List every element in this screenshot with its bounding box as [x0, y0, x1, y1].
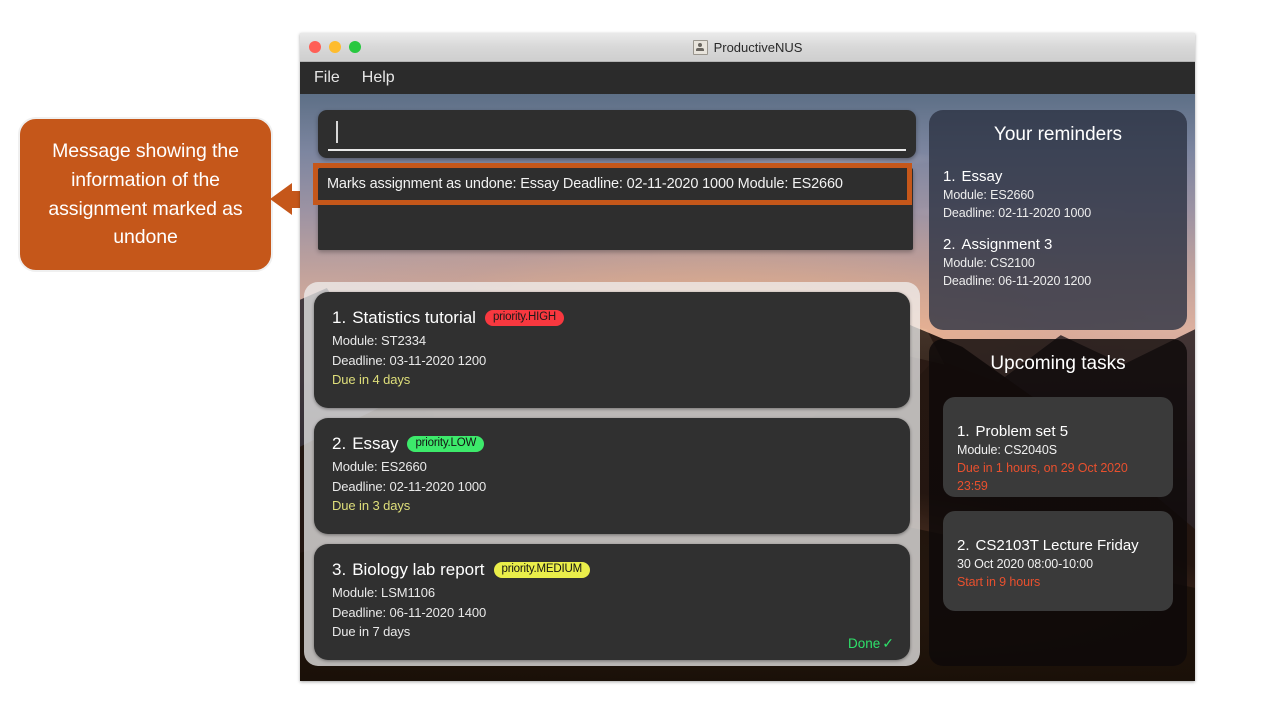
window-title-wrap: ProductiveNUS — [300, 39, 1195, 55]
window-titlebar: ProductiveNUS — [300, 33, 1195, 62]
upcoming-header: 1. Problem set 5 — [957, 423, 1159, 440]
task-due: Due in 4 days — [332, 372, 411, 387]
table-row[interactable]: 3. Biology lab report priority.MEDIUM Mo… — [314, 544, 910, 660]
screenshot-root: Message showing the information of the a… — [0, 0, 1280, 720]
list-item[interactable]: 2. CS2103T Lecture Friday 30 Oct 2020 08:… — [943, 511, 1173, 611]
upcoming-index: 1. — [957, 423, 970, 440]
reminder-index: 1. — [943, 168, 956, 185]
upcoming-detail: Module: CS2040S — [957, 443, 1057, 457]
table-row[interactable]: 1. Statistics tutorial priority.HIGH Mod… — [314, 292, 910, 408]
task-module: Module: ES2660 — [332, 459, 427, 474]
reminders-panel: Your reminders 1. Essay Module: ES2660 De… — [929, 110, 1187, 330]
task-module: Module: LSM1106 — [332, 585, 436, 600]
command-input[interactable] — [318, 110, 916, 158]
window-title: ProductiveNUS — [713, 39, 803, 55]
task-title: Essay — [352, 434, 399, 453]
reminder-header: 1. Essay — [943, 168, 1173, 185]
minimize-button[interactable] — [329, 41, 341, 53]
reminder-deadline: Deadline: 06-11-2020 1200 — [943, 274, 1092, 288]
reminders-title: Your reminders — [993, 124, 1123, 145]
upcoming-alert: Start in 9 hours — [957, 575, 1041, 589]
status-badge: Done ✓ — [848, 635, 894, 652]
task-index: 2. — [332, 434, 347, 453]
result-display-panel: Marks assignment as undone: Essay Deadli… — [313, 163, 913, 250]
user-icon — [692, 39, 708, 55]
upcoming-title-text: Problem set 5 — [975, 423, 1069, 440]
task-index: 1. — [332, 308, 347, 327]
task-due: Due in 3 days — [332, 498, 411, 513]
task-header: 3. Biology lab report priority.MEDIUM — [332, 560, 892, 580]
assignment-list[interactable]: 1. Statistics tutorial priority.HIGH Mod… — [304, 282, 920, 666]
app-window: ProductiveNUS File Help Marks assignment… — [300, 33, 1195, 681]
task-header: 2. Essay priority.LOW — [332, 434, 892, 454]
upcoming-header: 2. CS2103T Lecture Friday — [957, 537, 1159, 554]
task-deadline: Deadline: 06-11-2020 1400 — [332, 604, 487, 620]
upcoming-title-text: CS2103T Lecture Friday — [975, 537, 1139, 554]
reminder-header: 2. Assignment 3 — [943, 236, 1173, 253]
priority-badge: priority.MEDIUM — [493, 561, 590, 579]
app-content: Marks assignment as undone: Essay Deadli… — [300, 94, 1195, 681]
task-index: 3. — [332, 560, 347, 579]
result-message: Marks assignment as undone: Essay Deadli… — [327, 176, 843, 192]
upcoming-index: 2. — [957, 537, 970, 554]
menu-item-file[interactable]: File — [314, 69, 340, 87]
text-caret — [336, 121, 338, 143]
check-icon: ✓ — [882, 635, 894, 651]
task-header: 1. Statistics tutorial priority.HIGH — [332, 308, 892, 328]
reminder-title: Assignment 3 — [961, 236, 1053, 253]
done-label: Done — [847, 636, 881, 651]
task-title: Statistics tutorial — [352, 308, 476, 327]
task-due: Due in 7 days — [332, 624, 411, 639]
menu-item-help[interactable]: Help — [362, 69, 395, 87]
upcoming-tasks-panel: Upcoming tasks 1. Problem set 5 Module: C… — [929, 339, 1187, 666]
command-input-underline — [328, 149, 906, 151]
annotation-arrow-head-icon — [270, 183, 292, 215]
reminder-module: Module: CS2100 — [943, 256, 1035, 270]
task-deadline: Deadline: 02-11-2020 1000 — [332, 478, 487, 494]
reminder-index: 2. — [943, 236, 956, 253]
upcoming-detail: 30 Oct 2020 08:00-10:00 — [957, 557, 1093, 571]
list-item[interactable]: 1. Problem set 5 Module: CS2040S Due in 1… — [943, 397, 1173, 497]
task-title: Biology lab report — [352, 560, 485, 579]
menu-bar: File Help — [300, 62, 1195, 94]
task-module: Module: ST2334 — [332, 333, 426, 348]
upcoming-alert: Due in 1 hours, on 29 Oct 2020 23:59 — [957, 461, 1128, 493]
reminder-title: Essay — [961, 168, 1003, 185]
annotation-text: Message showing the information of the a… — [48, 140, 243, 249]
task-deadline: Deadline: 03-11-2020 1200 — [332, 352, 487, 368]
annotation-callout: Message showing the information of the a… — [18, 117, 273, 272]
window-controls — [309, 41, 361, 53]
reminder-module: Module: ES2660 — [943, 188, 1035, 202]
table-row[interactable]: 2. Essay priority.LOW Module: ES2660 Dea… — [314, 418, 910, 534]
upcoming-title: Upcoming tasks — [990, 353, 1126, 374]
list-item: 1. Essay Module: ES2660 Deadline: 02-11-2… — [943, 168, 1173, 222]
maximize-button[interactable] — [349, 41, 361, 53]
priority-badge: priority.HIGH — [484, 309, 564, 327]
reminder-deadline: Deadline: 02-11-2020 1000 — [943, 206, 1092, 220]
close-button[interactable] — [309, 41, 321, 53]
priority-badge: priority.LOW — [407, 435, 485, 453]
list-item: 2. Assignment 3 Module: CS2100 Deadline: … — [943, 236, 1173, 290]
left-column: Marks assignment as undone: Essay Deadli… — [313, 110, 916, 250]
